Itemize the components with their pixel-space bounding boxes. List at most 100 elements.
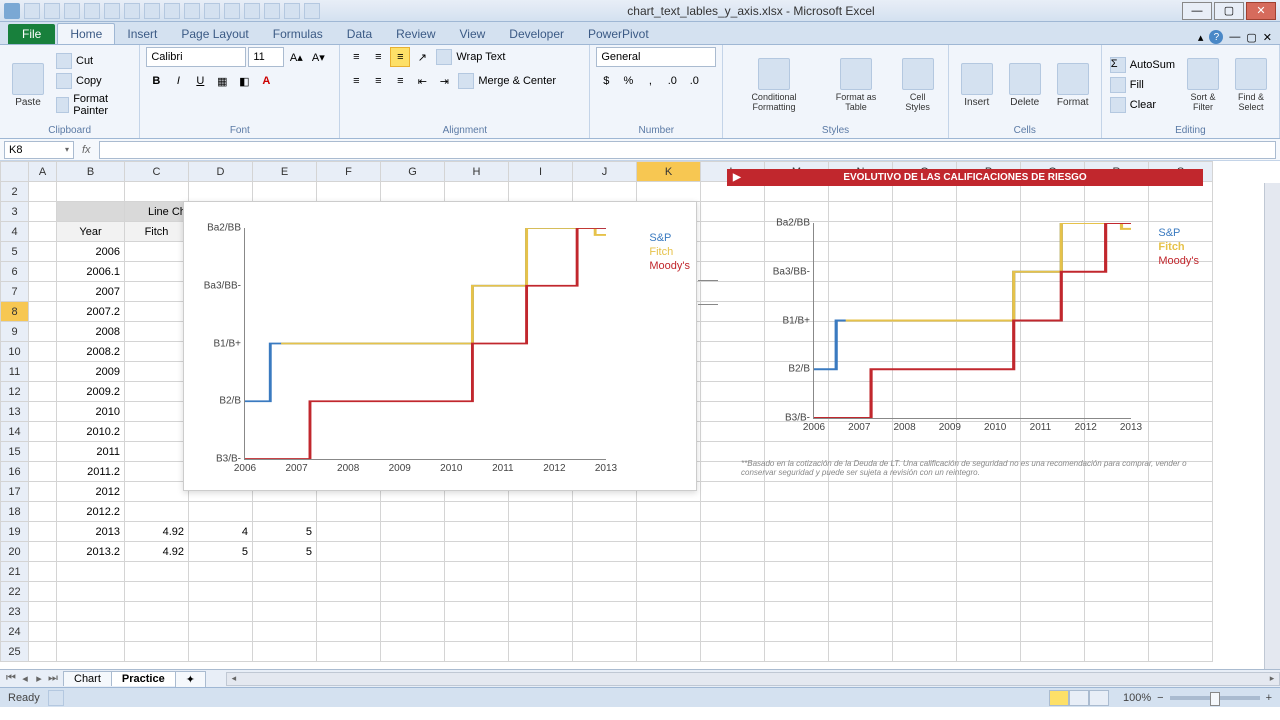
cell[interactable] <box>829 522 893 542</box>
align-left-icon[interactable]: ≡ <box>346 71 366 91</box>
cell[interactable] <box>29 542 57 562</box>
cell[interactable] <box>829 602 893 622</box>
cell[interactable] <box>765 502 829 522</box>
cell[interactable] <box>1149 562 1213 582</box>
formula-input[interactable] <box>99 141 1276 159</box>
cell[interactable] <box>637 622 701 642</box>
row-header[interactable]: 8 <box>1 302 29 322</box>
cell[interactable] <box>1021 562 1085 582</box>
cell[interactable] <box>253 622 317 642</box>
sort-filter-button[interactable]: Sort & Filter <box>1181 56 1225 114</box>
cell[interactable] <box>253 642 317 662</box>
cell[interactable] <box>445 562 509 582</box>
cell[interactable] <box>29 342 57 362</box>
sheet-tab-practice[interactable]: Practice <box>111 671 176 686</box>
cell[interactable] <box>573 622 637 642</box>
cell[interactable] <box>893 562 957 582</box>
insert-cells-button[interactable]: Insert <box>955 61 999 110</box>
cell[interactable] <box>957 622 1021 642</box>
column-header[interactable]: A <box>29 162 57 182</box>
cell[interactable] <box>509 602 573 622</box>
align-top-icon[interactable]: ≡ <box>346 47 366 67</box>
cell[interactable] <box>29 422 57 442</box>
cell[interactable]: 2008 <box>57 322 125 342</box>
cell[interactable] <box>893 582 957 602</box>
font-size-select[interactable] <box>248 47 284 67</box>
cell[interactable] <box>1021 522 1085 542</box>
cell[interactable] <box>445 542 509 562</box>
cell[interactable]: Year <box>57 222 125 242</box>
cell[interactable] <box>381 642 445 662</box>
paste-button[interactable]: Paste <box>6 61 50 110</box>
cell[interactable] <box>1021 602 1085 622</box>
cell[interactable] <box>29 302 57 322</box>
cell[interactable] <box>381 582 445 602</box>
row-header[interactable]: 12 <box>1 382 29 402</box>
cell[interactable] <box>125 262 189 282</box>
cell[interactable]: 2011 <box>57 442 125 462</box>
cell[interactable] <box>125 302 189 322</box>
cell[interactable]: 2008.2 <box>57 342 125 362</box>
cell[interactable] <box>573 542 637 562</box>
clear-button[interactable]: Clear <box>1108 96 1177 114</box>
cell[interactable] <box>893 542 957 562</box>
delete-cells-button[interactable]: Delete <box>1003 61 1047 110</box>
cell[interactable] <box>253 562 317 582</box>
tab-developer[interactable]: Developer <box>497 24 576 44</box>
zoom-out-button[interactable]: − <box>1157 692 1163 704</box>
cell[interactable] <box>29 402 57 422</box>
cell[interactable] <box>829 642 893 662</box>
cell[interactable] <box>29 282 57 302</box>
comma-icon[interactable]: , <box>640 71 660 91</box>
cell[interactable] <box>509 642 573 662</box>
qat-icon[interactable] <box>104 3 120 19</box>
cell[interactable] <box>189 182 253 202</box>
cell[interactable] <box>189 562 253 582</box>
align-bottom-icon[interactable]: ≡ <box>390 47 410 67</box>
cell[interactable] <box>317 602 381 622</box>
cell[interactable] <box>381 522 445 542</box>
border-button[interactable]: ▦ <box>212 71 232 91</box>
cell[interactable] <box>125 442 189 462</box>
name-box[interactable]: K8 <box>4 141 74 159</box>
cell[interactable] <box>765 622 829 642</box>
close-button[interactable]: ✕ <box>1246 2 1276 20</box>
cell[interactable] <box>57 562 125 582</box>
cell[interactable] <box>637 182 701 202</box>
tab-review[interactable]: Review <box>384 24 447 44</box>
number-format-select[interactable] <box>596 47 716 67</box>
cell[interactable] <box>893 522 957 542</box>
sheet-nav[interactable]: ⏮◂▸⏭ <box>0 672 64 685</box>
cell[interactable] <box>125 242 189 262</box>
chart-object-left[interactable]: B3/B-B2/BB1/B+Ba3/BB-Ba2/BB2006200720082… <box>183 201 697 491</box>
cell[interactable] <box>253 582 317 602</box>
align-middle-icon[interactable]: ≡ <box>368 47 388 67</box>
align-center-icon[interactable]: ≡ <box>368 71 388 91</box>
cell[interactable] <box>1021 642 1085 662</box>
cell[interactable] <box>701 582 765 602</box>
workbook-close-icon[interactable]: ✕ <box>1263 31 1272 44</box>
cell[interactable] <box>829 582 893 602</box>
cell[interactable] <box>57 602 125 622</box>
row-header[interactable]: 6 <box>1 262 29 282</box>
cell[interactable] <box>957 562 1021 582</box>
cell[interactable] <box>189 602 253 622</box>
row-header[interactable]: 3 <box>1 202 29 222</box>
column-header[interactable]: J <box>573 162 637 182</box>
cell[interactable]: 4.92 <box>125 542 189 562</box>
tab-data[interactable]: Data <box>335 24 384 44</box>
cell[interactable] <box>29 222 57 242</box>
tab-home[interactable]: Home <box>57 23 115 44</box>
zoom-in-button[interactable]: + <box>1266 692 1272 704</box>
macro-record-icon[interactable] <box>48 690 64 706</box>
cell[interactable]: 2012 <box>57 482 125 502</box>
cell[interactable] <box>701 562 765 582</box>
cell[interactable] <box>381 542 445 562</box>
cell[interactable] <box>1085 642 1149 662</box>
row-header[interactable]: 13 <box>1 402 29 422</box>
cell[interactable] <box>573 642 637 662</box>
maximize-button[interactable]: ▢ <box>1214 2 1244 20</box>
column-header[interactable]: K <box>637 162 701 182</box>
row-header[interactable]: 10 <box>1 342 29 362</box>
cell[interactable] <box>189 622 253 642</box>
